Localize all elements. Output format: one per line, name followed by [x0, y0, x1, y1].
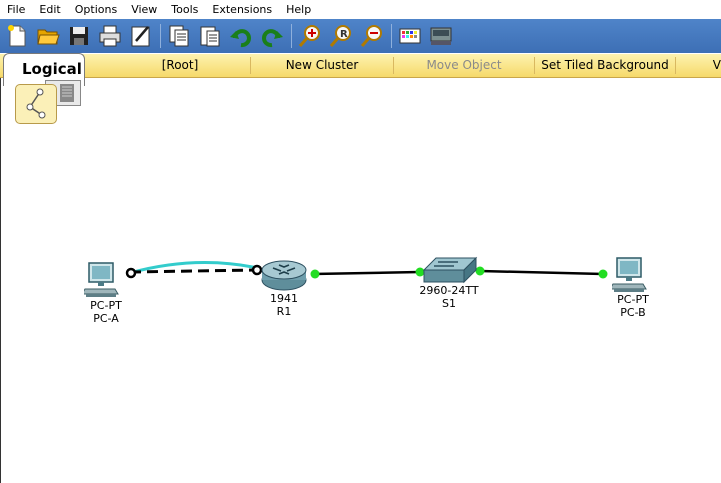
topology-links — [125, 261, 608, 279]
pc-a-model-label: PC-PT — [90, 299, 122, 312]
link-light-r1 — [310, 269, 320, 279]
s1-name-label: S1 — [442, 297, 456, 310]
crossover-cable[interactable] — [129, 268, 259, 274]
link-light-pcb — [598, 269, 608, 279]
port-indicator-pca — [125, 267, 137, 279]
pc-b-name-label: PC-B — [620, 306, 646, 319]
pc-a-name-label: PC-A — [93, 312, 119, 325]
r1-model-label: 1941 — [270, 292, 298, 305]
router-r1-icon[interactable] — [259, 258, 309, 295]
s1-model-label: 2960-24TT — [419, 284, 479, 297]
pc-a-icon[interactable] — [81, 261, 124, 304]
pc-b-model-label: PC-PT — [617, 293, 649, 306]
r1-name-label: R1 — [276, 305, 292, 318]
link-r1-s1[interactable] — [312, 270, 421, 276]
link-s1-pcb[interactable] — [479, 269, 604, 276]
